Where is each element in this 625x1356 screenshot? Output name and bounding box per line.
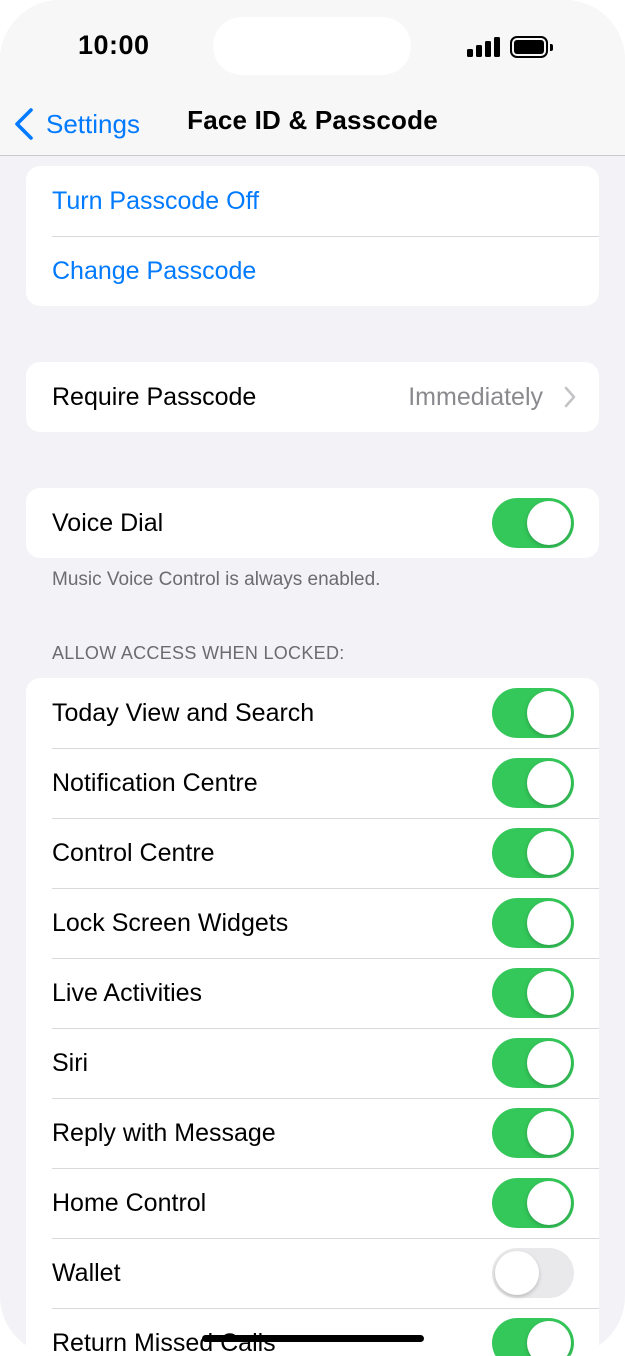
voice-dial-group: Voice Dial <box>26 488 599 558</box>
voice-dial-row: Voice Dial <box>26 488 599 558</box>
voice-dial-toggle[interactable] <box>492 498 574 548</box>
locked-access-row: Home Control <box>26 1168 599 1238</box>
locked-access-row: Today View and Search <box>26 678 599 748</box>
locked-access-row: Return Missed Calls <box>26 1308 599 1356</box>
locked-access-group: Today View and Search Notification Centr… <box>26 678 599 1356</box>
locked-access-row: Notification Centre <box>26 748 599 818</box>
lock-screen-widgets-toggle[interactable] <box>492 898 574 948</box>
locked-access-header: ALLOW ACCESS WHEN LOCKED: <box>52 643 345 663</box>
settings-screen: 10:00 Settings Face ID & Passcode Turn P… <box>0 0 625 1356</box>
wallet-toggle[interactable] <box>492 1248 574 1298</box>
passcode-group: Turn Passcode Off Change Passcode <box>26 166 599 306</box>
turn-passcode-off-button[interactable]: Turn Passcode Off <box>26 166 599 236</box>
return-missed-calls-toggle[interactable] <box>492 1318 574 1356</box>
locked-access-label: Reply with Message <box>52 1118 276 1147</box>
locked-access-label: Home Control <box>52 1188 207 1217</box>
navigation-bar: Settings Face ID & Passcode <box>0 95 625 156</box>
change-passcode-button[interactable]: Change Passcode <box>26 236 599 306</box>
locked-access-label: Notification Centre <box>52 768 258 797</box>
locked-access-row: Control Centre <box>26 818 599 888</box>
voice-dial-label: Voice Dial <box>52 508 164 537</box>
locked-access-label: Return Missed Calls <box>52 1328 276 1356</box>
dynamic-island <box>213 17 411 75</box>
home-control-toggle[interactable] <box>492 1178 574 1228</box>
require-passcode-group: Require Passcode Immediately <box>26 362 599 432</box>
locked-access-row: Lock Screen Widgets <box>26 888 599 958</box>
chevron-right-icon <box>564 386 576 408</box>
notification-centre-toggle[interactable] <box>492 758 574 808</box>
battery-icon <box>510 36 553 58</box>
live-activities-toggle[interactable] <box>492 968 574 1018</box>
locked-access-row: Siri <box>26 1028 599 1098</box>
control-centre-toggle[interactable] <box>492 828 574 878</box>
locked-access-label: Siri <box>52 1048 89 1077</box>
page-title: Face ID & Passcode <box>187 105 438 135</box>
locked-access-label: Wallet <box>52 1258 121 1287</box>
status-bar: 10:00 <box>0 0 625 95</box>
locked-access-label: Live Activities <box>52 978 203 1007</box>
signal-icon <box>467 37 501 57</box>
require-passcode-label: Require Passcode <box>52 382 257 411</box>
locked-access-row: Live Activities <box>26 958 599 1028</box>
require-passcode-value: Immediately <box>408 382 543 411</box>
locked-access-row: Reply with Message <box>26 1098 599 1168</box>
reply-with-message-toggle[interactable] <box>492 1108 574 1158</box>
voice-control-note: Music Voice Control is always enabled. <box>52 569 381 590</box>
home-indicator[interactable] <box>202 1335 424 1342</box>
require-passcode-row[interactable]: Require Passcode Immediately <box>26 362 599 432</box>
locked-access-label: Today View and Search <box>52 698 315 727</box>
locked-access-row: Wallet <box>26 1238 599 1308</box>
today-view-toggle[interactable] <box>492 688 574 738</box>
locked-access-label: Control Centre <box>52 838 215 867</box>
locked-access-label: Lock Screen Widgets <box>52 908 289 937</box>
siri-toggle[interactable] <box>492 1038 574 1088</box>
status-time: 10:00 <box>78 30 150 60</box>
